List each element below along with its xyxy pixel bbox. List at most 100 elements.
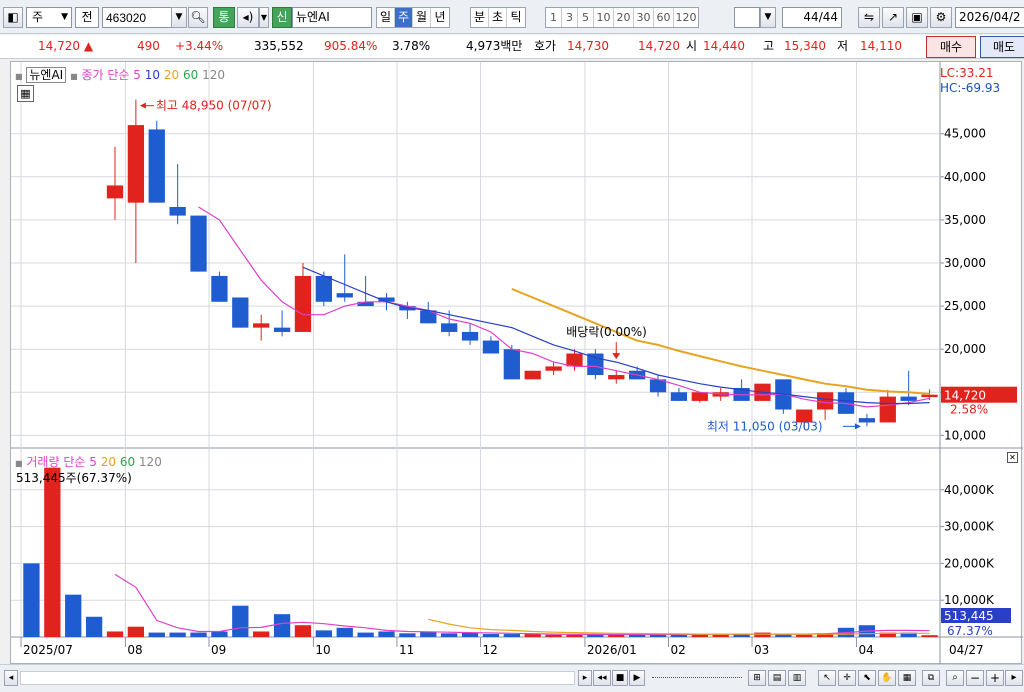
buy-button[interactable]: 매수 [926,36,976,58]
legend-ma-label[interactable]: 종가 단순 [81,68,129,82]
candle-body [232,297,249,328]
speaker-icon[interactable]: ◂) [237,7,259,28]
date-field[interactable]: 2026/04/2 [955,7,1024,28]
stop-icon[interactable]: ■ [612,670,628,686]
price-legend[interactable]: ■ 뉴엔AI ■ 종가 단순 5 10 20 60 120 [15,66,225,83]
speaker-menu-chevron-icon[interactable]: ▼ [259,7,269,28]
layout-split-icon[interactable]: ⊞ [748,670,766,686]
current-price-tag: 14,720 [944,389,986,403]
zoom-icon[interactable]: ⌕ [946,670,964,686]
bar-count-field[interactable]: 44/44 [782,7,842,28]
interval-20[interactable]: 20 [614,8,634,27]
layout-grid-icon[interactable]: ▤ [768,670,786,686]
interval-custom-field[interactable] [734,7,760,28]
link-icon[interactable]: ⧉ [922,670,940,686]
volume-legend-ma120[interactable]: 120 [139,455,162,469]
volume-bar [44,467,61,637]
mode-select[interactable]: 주 ▼ [26,7,72,28]
market-badge[interactable]: 통 [213,7,235,28]
interval-1[interactable]: 1 [546,8,562,27]
volume-bar [670,634,688,637]
volume-bar [796,634,813,637]
sell-button[interactable]: 매도 [980,36,1024,58]
legend-ma60[interactable]: 60 [183,68,198,82]
stock-name-field[interactable]: 뉴엔AI [292,7,372,28]
legend-ma-square-icon: ■ [70,72,78,81]
tab-year[interactable]: 년 [431,8,449,27]
chart-canvas[interactable]: 2025/07 08 09 10 11 12 2026/01 02 03 04 04/27 45,00… [11,62,1023,665]
low-annotation: 최저 11,050 (03/03) [707,419,823,433]
zoom-out-icon[interactable]: − [966,670,984,686]
interval-30[interactable]: 30 [634,8,654,27]
speed-slider[interactable] [652,677,742,679]
search-icon[interactable]: 🔍︎ [188,7,208,28]
tab-second[interactable]: 초 [489,8,507,27]
legend-stock-name[interactable]: 뉴엔AI [26,67,67,83]
close-panel-icon[interactable]: ✕ [1007,452,1018,463]
scroll-left-icon[interactable]: ◂ [4,670,18,686]
price-tick-label: 45,000 [944,127,986,141]
scroll-right-icon[interactable]: ▸ [578,670,592,686]
volume-bar [482,634,500,637]
volume-legend[interactable]: ■ 거래량 단순 5 20 60 120 [15,453,162,470]
tab-week[interactable]: 주 [395,8,413,27]
x-label: 04 [858,643,873,657]
layout-panel-icon[interactable]: ▥ [788,670,806,686]
turnover-rate: 3.78% [392,39,431,53]
interval-5[interactable]: 5 [578,8,594,27]
crosshair-icon[interactable]: ✛ [838,670,856,686]
table-icon[interactable]: ▦ [17,85,34,102]
volume-legend-ma60[interactable]: 60 [120,455,135,469]
tab-day[interactable]: 일 [377,8,395,27]
cursor-icon[interactable]: ↖ [818,670,836,686]
interval-chevron-icon[interactable]: ▼ [760,7,776,28]
chevron-down-icon: ▼ [61,12,68,22]
gear-icon[interactable]: ⚙ [930,7,952,28]
tab-minute[interactable]: 분 [471,8,489,27]
candle-body [566,353,583,367]
legend-ma5[interactable]: 5 [133,68,141,82]
stock-chart-window: ◧ 주▼ 전 ▼ 🔍︎ 통 ◂) ▼ 신 뉴엔AI 일 주 월 년 분 초 틱 … [0,0,1024,692]
candle-body [691,392,708,401]
scroll-end-icon[interactable]: ▸ [1005,670,1023,686]
zoom-in-icon[interactable]: + [986,670,1004,686]
play-icon[interactable]: ▶ [629,670,645,686]
volume-tick-label: 40,000K [944,483,995,497]
volume-legend-label[interactable]: 거래량 단순 [26,455,85,469]
interval-120[interactable]: 120 [674,8,698,27]
volume-legend-ma20[interactable]: 20 [101,455,116,469]
volume-legend-ma5[interactable]: 5 [89,455,97,469]
chart-area[interactable]: 2025/07 08 09 10 11 12 2026/01 02 03 04 04/27 45,00… [10,61,1023,665]
candle-body [148,129,165,203]
prev-button[interactable]: 전 [75,7,99,28]
interval-3[interactable]: 3 [562,8,578,27]
volume-bar [649,634,667,637]
code-dropdown-chevron-icon[interactable]: ▼ [171,7,187,28]
hand-icon[interactable]: ✋ [878,670,896,686]
compare-icon[interactable]: ⇋ [858,7,880,28]
rewind-icon[interactable]: ◂◂ [593,670,611,686]
x-label: 12 [483,643,498,657]
stock-code-input[interactable] [102,7,172,28]
current-pct-tag: 2.58% [950,403,988,417]
interval-10[interactable]: 10 [594,8,614,27]
candle-body [587,353,604,376]
current-price: 14,720 ▲ [38,38,93,55]
volume-bar [65,594,82,637]
layout-icon[interactable]: ◧ [3,7,23,28]
interval-60[interactable]: 60 [654,8,674,27]
tab-tick[interactable]: 틱 [507,8,525,27]
grid-icon[interactable]: ▦ [898,670,916,686]
draw-tool-icon[interactable]: ↗ [882,7,904,28]
legend-ma20[interactable]: 20 [164,68,179,82]
pointer-icon[interactable]: ⬉ [858,670,876,686]
scroll-track[interactable] [20,671,575,685]
candle-body [608,375,625,380]
save-icon[interactable]: ▣ [906,7,928,28]
hc-label: HC:-69.93 [940,81,1001,95]
up-triangle-icon: ▲ [83,39,94,53]
legend-ma10[interactable]: 10 [145,68,160,82]
volume-bar [253,631,270,637]
tab-month[interactable]: 월 [413,8,431,27]
legend-ma120[interactable]: 120 [202,68,225,82]
